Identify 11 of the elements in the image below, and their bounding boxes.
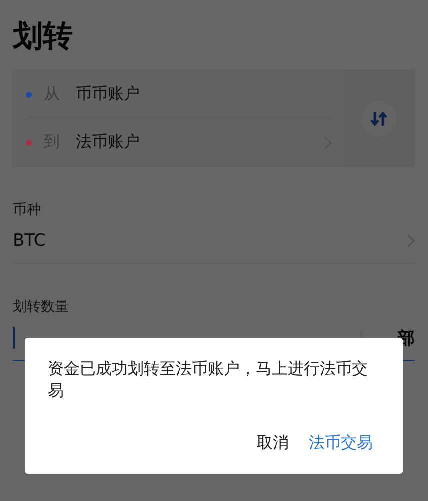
coin-value[interactable]: BTC: [13, 231, 46, 251]
confirm-button[interactable]: 法币交易: [303, 427, 379, 460]
field-label: 划转数量: [13, 298, 70, 316]
field-label: 币种: [13, 201, 42, 219]
account-name[interactable]: 法币账户: [76, 132, 312, 153]
cancel-button[interactable]: 取消: [251, 427, 295, 460]
swap-button[interactable]: [361, 100, 397, 136]
account-name[interactable]: 币币账户: [76, 84, 332, 105]
swap-arrows-icon: [370, 110, 388, 128]
page-title: 划转: [13, 18, 74, 56]
dialog-message: 资金已成功划转至法币账户，马上进行法币交易: [48, 358, 369, 402]
